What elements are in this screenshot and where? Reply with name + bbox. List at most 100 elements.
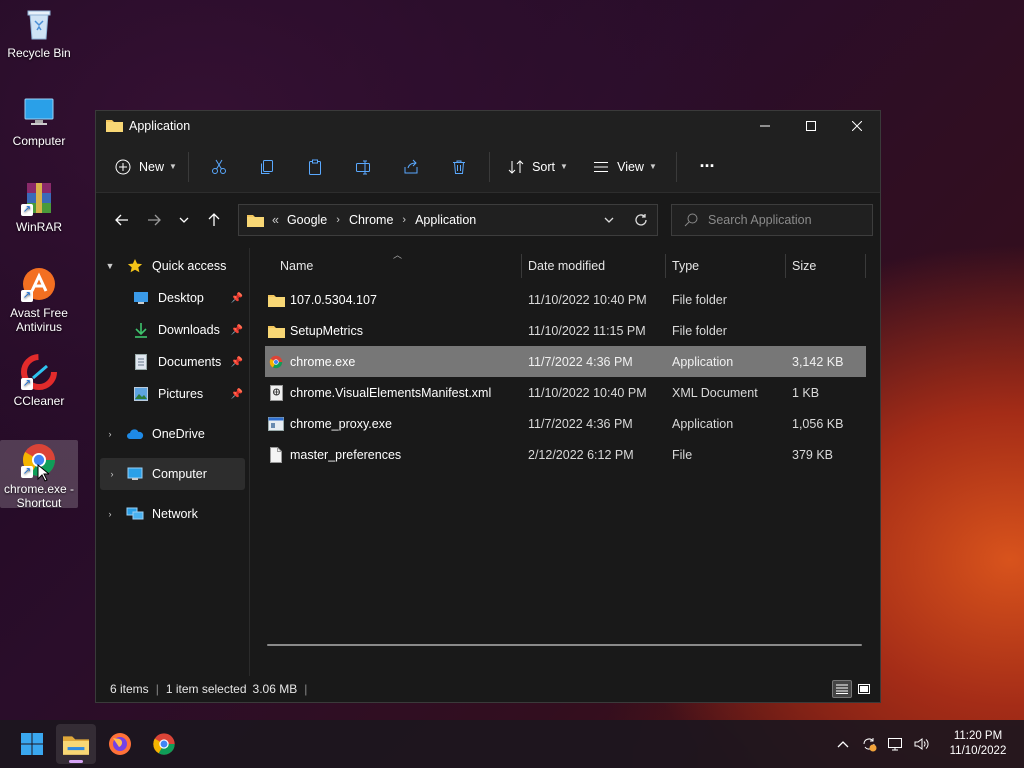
desktop-icon-winrar[interactable]: ↗ WinRAR (0, 180, 78, 234)
minimize-button[interactable] (742, 111, 788, 141)
breadcrumb-overflow[interactable]: « (272, 213, 279, 227)
sort-label: Sort (532, 159, 555, 174)
chevron-right-icon[interactable]: › (100, 469, 124, 479)
separator (489, 151, 490, 182)
taskbar-file-explorer[interactable] (56, 724, 96, 764)
view-button[interactable]: View ▼ (580, 151, 670, 183)
file-size: 1,056 KB (792, 416, 844, 431)
column-name[interactable]: Name (265, 248, 522, 284)
details-view-icon (836, 684, 848, 694)
desktop-icon-computer[interactable]: Computer (0, 94, 78, 148)
breadcrumb-chrome[interactable]: Chrome (349, 213, 393, 227)
sidebar-item-documents[interactable]: Documents 📌 (96, 346, 249, 378)
close-button[interactable] (834, 111, 880, 141)
selection-info: 1 item selected (165, 682, 247, 696)
details-view-button[interactable] (832, 680, 852, 698)
back-button[interactable] (106, 205, 138, 235)
sort-button[interactable]: Sort ▼ (496, 151, 580, 183)
file-row[interactable]: chrome.VisualElementsManifest.xml 11/10/… (265, 377, 866, 408)
desktop-icon-avast[interactable]: ↗ Avast Free Antivirus (0, 266, 78, 334)
file-row[interactable]: master_preferences 2/12/2022 6:12 PM Fil… (265, 439, 866, 470)
trash-icon (453, 160, 465, 174)
network-status-icon[interactable] (882, 736, 908, 752)
new-button[interactable]: New ▼ (110, 151, 182, 183)
up-button[interactable] (198, 205, 230, 235)
clock-date: 11/10/2022 (949, 745, 1007, 757)
start-button[interactable] (12, 724, 52, 764)
sync-status-icon[interactable] (856, 736, 882, 752)
paste-button[interactable] (291, 151, 339, 183)
breadcrumb-application[interactable]: Application (415, 213, 476, 227)
forward-button[interactable] (138, 205, 170, 235)
mouse-cursor-icon (37, 464, 49, 482)
delete-button[interactable] (435, 151, 483, 183)
pin-icon: 📌 (230, 324, 243, 336)
rename-button[interactable] (339, 151, 387, 183)
desktop-icon-label: Computer (12, 134, 66, 148)
desktop-icon-recycle-bin[interactable]: Recycle Bin (0, 6, 78, 60)
file-row[interactable]: chrome_proxy.exe 11/7/2022 4:36 PM Appli… (265, 408, 866, 439)
file-type: File (672, 447, 693, 462)
search-box[interactable] (671, 204, 873, 236)
column-type[interactable]: Type (666, 248, 786, 284)
sidebar-item-pictures[interactable]: Pictures 📌 (96, 378, 249, 410)
address-history-button[interactable] (593, 213, 625, 227)
title-bar[interactable]: Application (96, 111, 880, 141)
maximize-button[interactable] (788, 111, 834, 141)
sidebar-item-computer[interactable]: › Computer (100, 458, 245, 490)
taskbar-chrome[interactable] (144, 724, 184, 764)
clock[interactable]: 11:20 PM 11/10/2022 (940, 729, 1016, 759)
sidebar-item-desktop[interactable]: Desktop 📌 (96, 282, 249, 314)
desktop-icon-ccleaner[interactable]: ↗ CCleaner (0, 354, 78, 408)
copy-button[interactable] (243, 151, 291, 183)
arrow-up-icon (208, 213, 220, 226)
chevron-up-icon (837, 741, 849, 748)
chevron-down-icon: ▼ (648, 162, 657, 171)
desktop-icon-label: CCleaner (13, 394, 65, 408)
more-options-button[interactable]: ··· (683, 151, 731, 183)
horizontal-scrollbar[interactable] (267, 644, 862, 646)
file-row[interactable]: 107.0.5304.107 11/10/2022 10:40 PM File … (265, 284, 866, 315)
chevron-right-icon[interactable]: › (96, 429, 124, 439)
refresh-button[interactable] (625, 213, 657, 227)
command-bar: New ▼ Sort ▼ View ▼ ··· (96, 141, 880, 193)
search-icon (684, 213, 698, 227)
sidebar-item-label: Desktop (158, 291, 204, 305)
volume-icon[interactable] (908, 736, 934, 752)
large-icons-view-button[interactable] (854, 680, 874, 698)
sidebar-item-downloads[interactable]: Downloads 📌 (96, 314, 249, 346)
document-icon (130, 354, 152, 370)
recycle-bin-icon (21, 6, 57, 42)
recent-locations-button[interactable] (170, 205, 198, 235)
taskbar-firefox[interactable] (100, 724, 140, 764)
sidebar-item-onedrive[interactable]: › OneDrive (96, 418, 249, 450)
column-size[interactable]: Size (786, 248, 866, 284)
separator: | (304, 682, 308, 696)
column-date-modified[interactable]: Date modified (522, 248, 666, 284)
file-type: XML Document (672, 385, 758, 400)
new-label: New (139, 159, 165, 174)
file-name: 107.0.5304.107 (290, 292, 377, 307)
breadcrumb-google[interactable]: Google (287, 213, 327, 227)
chevron-right-icon[interactable]: › (96, 509, 124, 519)
file-row-selected[interactable]: chrome.exe 11/7/2022 4:36 PM Application… (265, 346, 866, 377)
chevron-right-icon[interactable]: › (402, 214, 406, 226)
file-name: chrome.VisualElementsManifest.xml (290, 385, 492, 400)
computer-icon (21, 94, 57, 130)
folder-icon (267, 291, 285, 309)
sidebar-item-network[interactable]: › Network (96, 498, 249, 530)
address-bar[interactable]: « Google › Chrome › Application (238, 204, 658, 236)
shortcut-arrow-icon: ↗ (21, 466, 33, 478)
file-row[interactable]: SetupMetrics 11/10/2022 11:15 PM File fo… (265, 315, 866, 346)
cut-button[interactable] (195, 151, 243, 183)
share-button[interactable] (387, 151, 435, 183)
chevron-down-icon[interactable]: ▼ (96, 261, 124, 271)
sidebar-item-quick-access[interactable]: ▼ Quick access (96, 250, 249, 282)
chevron-right-icon[interactable]: › (336, 214, 340, 226)
scissors-icon (212, 159, 226, 174)
xml-file-icon (267, 384, 285, 402)
search-input[interactable] (708, 213, 868, 227)
file-date: 11/10/2022 10:40 PM (528, 292, 647, 307)
show-hidden-icons-button[interactable] (830, 740, 856, 748)
shortcut-arrow-icon: ↗ (21, 204, 33, 216)
